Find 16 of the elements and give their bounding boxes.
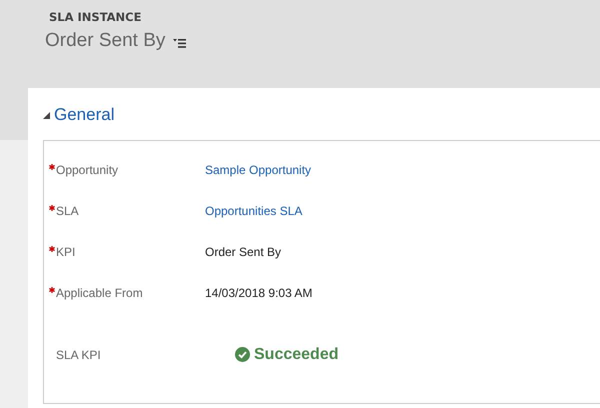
field-label: KPI [56, 244, 76, 258]
field-label: Opportunity [56, 162, 118, 176]
lookup-link[interactable]: Sample Opportunity [205, 162, 312, 176]
field-label: Applicable From [56, 286, 143, 300]
field-label: SLA KPI [56, 348, 101, 362]
collapse-icon[interactable] [43, 112, 50, 118]
record-title: Order Sent By [45, 30, 166, 52]
section-title[interactable]: General [54, 105, 114, 125]
status-value: Succeeded [254, 346, 338, 364]
entity-label: SLA INSTANCE [49, 10, 142, 24]
field-label: SLA [56, 204, 79, 218]
field-value: Order Sent By [205, 244, 282, 258]
check-circle-icon [235, 347, 250, 362]
lookup-link[interactable]: Opportunities SLA [205, 204, 302, 218]
field-value: 14/03/2018 9:03 AM [205, 286, 312, 300]
menu-icon[interactable] [173, 38, 186, 48]
